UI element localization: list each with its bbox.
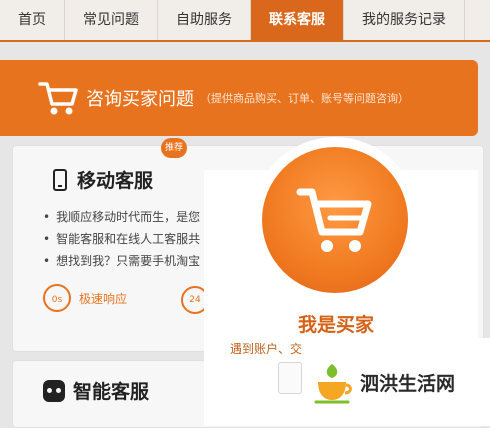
fast-response-feature: 0s 极速响应 xyxy=(43,284,127,312)
list-item: 我顺应移动时代而生，是您 xyxy=(43,206,200,228)
mobile-phone-icon xyxy=(53,168,67,191)
popup-title: 我是买家 xyxy=(298,314,375,336)
recommended-badge: 推荐 xyxy=(161,138,187,158)
banner-title: 咨询买家问题 xyxy=(86,89,194,110)
buyer-inquiry-banner: 咨询买家问题 （提供商品购买、订单、账号等问题咨询） xyxy=(0,60,478,136)
shopping-cart-icon xyxy=(38,82,78,115)
popup-subtitle: 遇到账户、交 xyxy=(230,342,303,356)
robot-icon xyxy=(43,379,65,402)
mobile-service-description: 我顺应移动时代而生，是您 智能客服和在线人工客服共 想找到我？只需要手机淘宝 xyxy=(43,206,200,272)
site-watermark: 泗洪生活网 xyxy=(304,338,490,426)
list-item: 想找到我？只需要手机淘宝 xyxy=(43,250,200,272)
tab-faq[interactable]: 常见问题 xyxy=(65,0,158,40)
mobile-service-title: 移动客服 xyxy=(77,170,154,192)
tab-self-service[interactable]: 自助服务 xyxy=(158,0,251,40)
smart-service-title: 智能客服 xyxy=(73,381,150,403)
mobile-service-header: 移动客服 xyxy=(53,166,153,193)
tab-service-records[interactable]: 我的服务记录 xyxy=(344,0,465,40)
tea-cup-logo-icon xyxy=(314,364,352,404)
shopping-cart-icon xyxy=(296,188,372,252)
smart-service-header: 智能客服 xyxy=(43,377,149,404)
popup-button[interactable] xyxy=(278,362,302,394)
stopwatch-icon: 0s xyxy=(43,284,71,312)
tab-contact-service[interactable]: 联系客服 xyxy=(251,0,344,40)
tab-home[interactable]: 首页 xyxy=(0,0,65,40)
fast-response-label: 极速响应 xyxy=(79,291,128,306)
watermark-text: 泗洪生活网 xyxy=(360,372,456,395)
top-nav: 首页 常见问题 自助服务 联系客服 我的服务记录 xyxy=(0,0,490,42)
list-item: 智能客服和在线人工客服共 xyxy=(43,228,200,250)
banner-subtitle: （提供商品购买、订单、账号等问题咨询） xyxy=(200,92,409,105)
